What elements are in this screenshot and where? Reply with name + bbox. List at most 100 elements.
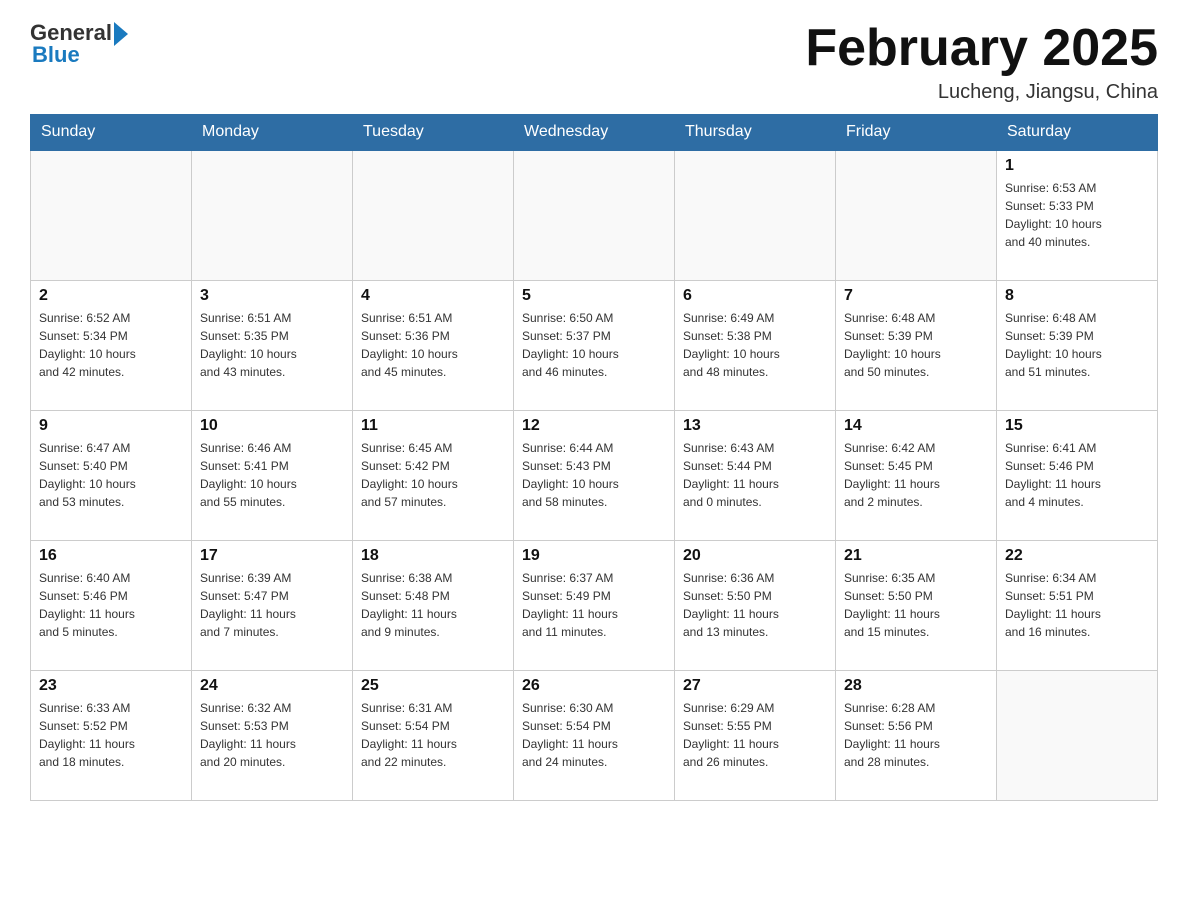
day-info: Sunrise: 6:43 AM Sunset: 5:44 PM Dayligh… [683,439,827,511]
calendar-cell: 11 Sunrise: 6:45 AM Sunset: 5:42 PM Dayli… [353,410,514,540]
day-number: 8 [1005,287,1149,305]
calendar-cell [514,150,675,280]
calendar-cell [192,150,353,280]
calendar-cell [675,150,836,280]
calendar-cell: 7 Sunrise: 6:48 AM Sunset: 5:39 PM Daylig… [836,280,997,410]
day-number: 15 [1005,417,1149,435]
calendar-cell: 27 Sunrise: 6:29 AM Sunset: 5:55 PM Dayli… [675,670,836,800]
location-text: Lucheng, Jiangsu, China [805,81,1158,104]
weekday-header-friday: Friday [836,115,997,151]
calendar-cell: 20 Sunrise: 6:36 AM Sunset: 5:50 PM Dayli… [675,540,836,670]
calendar-cell [997,670,1158,800]
day-info: Sunrise: 6:34 AM Sunset: 5:51 PM Dayligh… [1005,569,1149,641]
calendar-week-row: 2Sunrise: 6:52 AM Sunset: 5:34 PM Daylig… [31,280,1158,410]
calendar-cell: 24 Sunrise: 6:32 AM Sunset: 5:53 PM Dayli… [192,670,353,800]
day-number: 22 [1005,547,1149,565]
day-number: 4 [361,287,505,305]
day-info: Sunrise: 6:46 AM Sunset: 5:41 PM Dayligh… [200,439,344,511]
day-number: 13 [683,417,827,435]
calendar-cell: 26 Sunrise: 6:30 AM Sunset: 5:54 PM Dayli… [514,670,675,800]
calendar-cell: 2Sunrise: 6:52 AM Sunset: 5:34 PM Daylig… [31,280,192,410]
day-number: 6 [683,287,827,305]
weekday-header-thursday: Thursday [675,115,836,151]
day-info: Sunrise: 6:32 AM Sunset: 5:53 PM Dayligh… [200,699,344,771]
day-number: 5 [522,287,666,305]
calendar-week-row: 1 Sunrise: 6:53 AM Sunset: 5:33 PM Daylig… [31,150,1158,280]
weekday-header-sunday: Sunday [31,115,192,151]
day-number: 11 [361,417,505,435]
calendar-cell: 8 Sunrise: 6:48 AM Sunset: 5:39 PM Daylig… [997,280,1158,410]
month-title: February 2025 [805,20,1158,77]
calendar-cell: 5 Sunrise: 6:50 AM Sunset: 5:37 PM Daylig… [514,280,675,410]
calendar-cell: 12 Sunrise: 6:44 AM Sunset: 5:43 PM Dayli… [514,410,675,540]
calendar-cell: 21 Sunrise: 6:35 AM Sunset: 5:50 PM Dayli… [836,540,997,670]
day-info: Sunrise: 6:40 AM Sunset: 5:46 PM Dayligh… [39,569,183,641]
day-info: Sunrise: 6:50 AM Sunset: 5:37 PM Dayligh… [522,309,666,381]
day-info: Sunrise: 6:44 AM Sunset: 5:43 PM Dayligh… [522,439,666,511]
day-info: Sunrise: 6:29 AM Sunset: 5:55 PM Dayligh… [683,699,827,771]
calendar-cell: 23 Sunrise: 6:33 AM Sunset: 5:52 PM Dayli… [31,670,192,800]
day-info: Sunrise: 6:41 AM Sunset: 5:46 PM Dayligh… [1005,439,1149,511]
day-info: Sunrise: 6:33 AM Sunset: 5:52 PM Dayligh… [39,699,183,771]
day-info: Sunrise: 6:36 AM Sunset: 5:50 PM Dayligh… [683,569,827,641]
day-number: 23 [39,677,183,695]
day-number: 27 [683,677,827,695]
day-number: 24 [200,677,344,695]
day-number: 10 [200,417,344,435]
day-info: Sunrise: 6:49 AM Sunset: 5:38 PM Dayligh… [683,309,827,381]
calendar-cell [836,150,997,280]
day-number: 12 [522,417,666,435]
day-info: Sunrise: 6:35 AM Sunset: 5:50 PM Dayligh… [844,569,988,641]
title-section: February 2025 Lucheng, Jiangsu, China [805,20,1158,104]
logo-arrow-icon [114,22,128,46]
day-info: Sunrise: 6:45 AM Sunset: 5:42 PM Dayligh… [361,439,505,511]
calendar-cell: 4 Sunrise: 6:51 AM Sunset: 5:36 PM Daylig… [353,280,514,410]
day-info: Sunrise: 6:51 AM Sunset: 5:35 PM Dayligh… [200,309,344,381]
day-number: 21 [844,547,988,565]
day-number: 14 [844,417,988,435]
day-number: 2 [39,287,183,305]
day-number: 19 [522,547,666,565]
day-info: Sunrise: 6:31 AM Sunset: 5:54 PM Dayligh… [361,699,505,771]
weekday-header-monday: Monday [192,115,353,151]
calendar-cell: 15 Sunrise: 6:41 AM Sunset: 5:46 PM Dayli… [997,410,1158,540]
calendar-week-row: 9 Sunrise: 6:47 AM Sunset: 5:40 PM Daylig… [31,410,1158,540]
day-info: Sunrise: 6:42 AM Sunset: 5:45 PM Dayligh… [844,439,988,511]
day-number: 26 [522,677,666,695]
calendar-cell: 22 Sunrise: 6:34 AM Sunset: 5:51 PM Dayli… [997,540,1158,670]
day-number: 18 [361,547,505,565]
day-info: Sunrise: 6:30 AM Sunset: 5:54 PM Dayligh… [522,699,666,771]
calendar-table: SundayMondayTuesdayWednesdayThursdayFrid… [30,114,1158,801]
calendar-cell: 25 Sunrise: 6:31 AM Sunset: 5:54 PM Dayli… [353,670,514,800]
calendar-cell: 10 Sunrise: 6:46 AM Sunset: 5:41 PM Dayli… [192,410,353,540]
calendar-cell: 1 Sunrise: 6:53 AM Sunset: 5:33 PM Daylig… [997,150,1158,280]
day-number: 20 [683,547,827,565]
calendar-cell: 28Sunrise: 6:28 AM Sunset: 5:56 PM Dayli… [836,670,997,800]
calendar-cell: 14 Sunrise: 6:42 AM Sunset: 5:45 PM Dayli… [836,410,997,540]
logo: General Blue [30,20,128,68]
day-number: 1 [1005,157,1149,175]
day-info: Sunrise: 6:51 AM Sunset: 5:36 PM Dayligh… [361,309,505,381]
weekday-header-saturday: Saturday [997,115,1158,151]
calendar-week-row: 16Sunrise: 6:40 AM Sunset: 5:46 PM Dayli… [31,540,1158,670]
day-info: Sunrise: 6:48 AM Sunset: 5:39 PM Dayligh… [1005,309,1149,381]
weekday-header-wednesday: Wednesday [514,115,675,151]
calendar-cell: 9 Sunrise: 6:47 AM Sunset: 5:40 PM Daylig… [31,410,192,540]
calendar-cell: 6 Sunrise: 6:49 AM Sunset: 5:38 PM Daylig… [675,280,836,410]
day-number: 9 [39,417,183,435]
day-info: Sunrise: 6:48 AM Sunset: 5:39 PM Dayligh… [844,309,988,381]
day-info: Sunrise: 6:47 AM Sunset: 5:40 PM Dayligh… [39,439,183,511]
weekday-header-row: SundayMondayTuesdayWednesdayThursdayFrid… [31,115,1158,151]
calendar-cell: 13 Sunrise: 6:43 AM Sunset: 5:44 PM Dayli… [675,410,836,540]
calendar-cell: 17Sunrise: 6:39 AM Sunset: 5:47 PM Dayli… [192,540,353,670]
calendar-cell [353,150,514,280]
day-number: 7 [844,287,988,305]
day-number: 25 [361,677,505,695]
day-number: 17 [200,547,344,565]
logo-blue-text: Blue [30,42,80,68]
day-info: Sunrise: 6:53 AM Sunset: 5:33 PM Dayligh… [1005,179,1149,251]
calendar-week-row: 23 Sunrise: 6:33 AM Sunset: 5:52 PM Dayli… [31,670,1158,800]
day-number: 28 [844,677,988,695]
weekday-header-tuesday: Tuesday [353,115,514,151]
calendar-cell: 19Sunrise: 6:37 AM Sunset: 5:49 PM Dayli… [514,540,675,670]
